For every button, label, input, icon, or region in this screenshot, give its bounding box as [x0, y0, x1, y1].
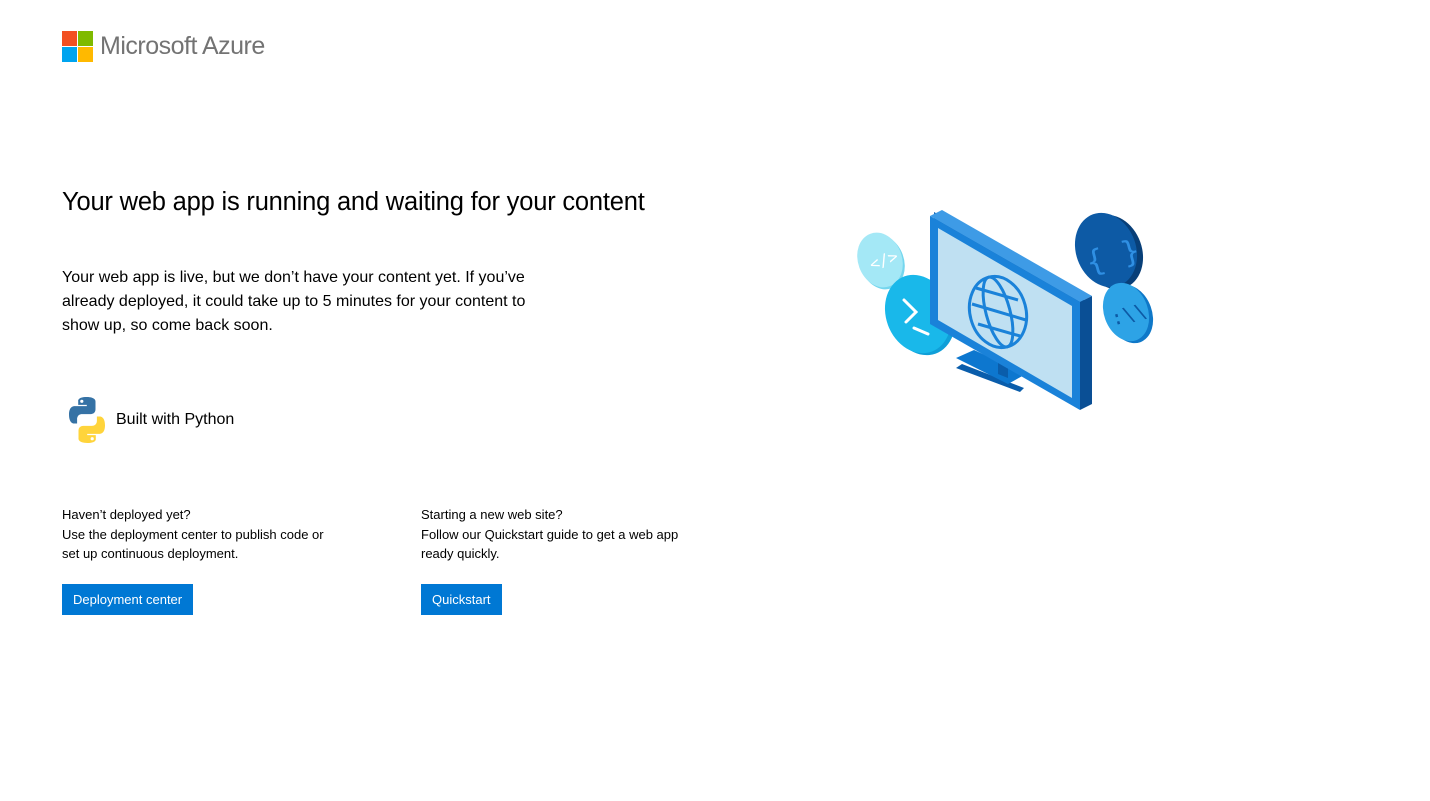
stack-label: Built with Python: [116, 411, 235, 428]
stack-badge: Built with Python: [62, 395, 234, 445]
intro-text: Your web app is live, but we don’t have …: [62, 269, 526, 334]
regex-icon: :\\: [1102, 282, 1154, 344]
landing-page: Microsoft Azure Your web app is running …: [0, 0, 1430, 801]
python-logo-icon: [69, 397, 105, 443]
deploy-section: Haven’t deployed yet? Use the deployment…: [62, 505, 332, 615]
quickstart-button[interactable]: Quickstart: [421, 583, 502, 615]
braces-icon: { }: [1074, 212, 1144, 290]
deploy-body: Use the deployment center to publish cod…: [62, 526, 324, 562]
monitor-globe-illustration: </> {}:\\: [857, 210, 1154, 410]
quickstart-section: Starting a new web site? Follow our Quic…: [421, 505, 691, 615]
quickstart-body: Follow our Quickstart guide to get a web…: [421, 526, 679, 562]
deploy-heading: Haven’t deployed yet?: [62, 507, 191, 522]
deployment-center-button[interactable]: Deployment center: [62, 583, 194, 615]
brand-name: Microsoft Azure: [100, 32, 265, 60]
brand-header: Microsoft Azure: [62, 31, 265, 62]
page-title: Your web app is running and waiting for …: [62, 188, 645, 216]
microsoft-logo-icon: [62, 31, 93, 62]
quickstart-heading: Starting a new web site?: [421, 507, 563, 522]
